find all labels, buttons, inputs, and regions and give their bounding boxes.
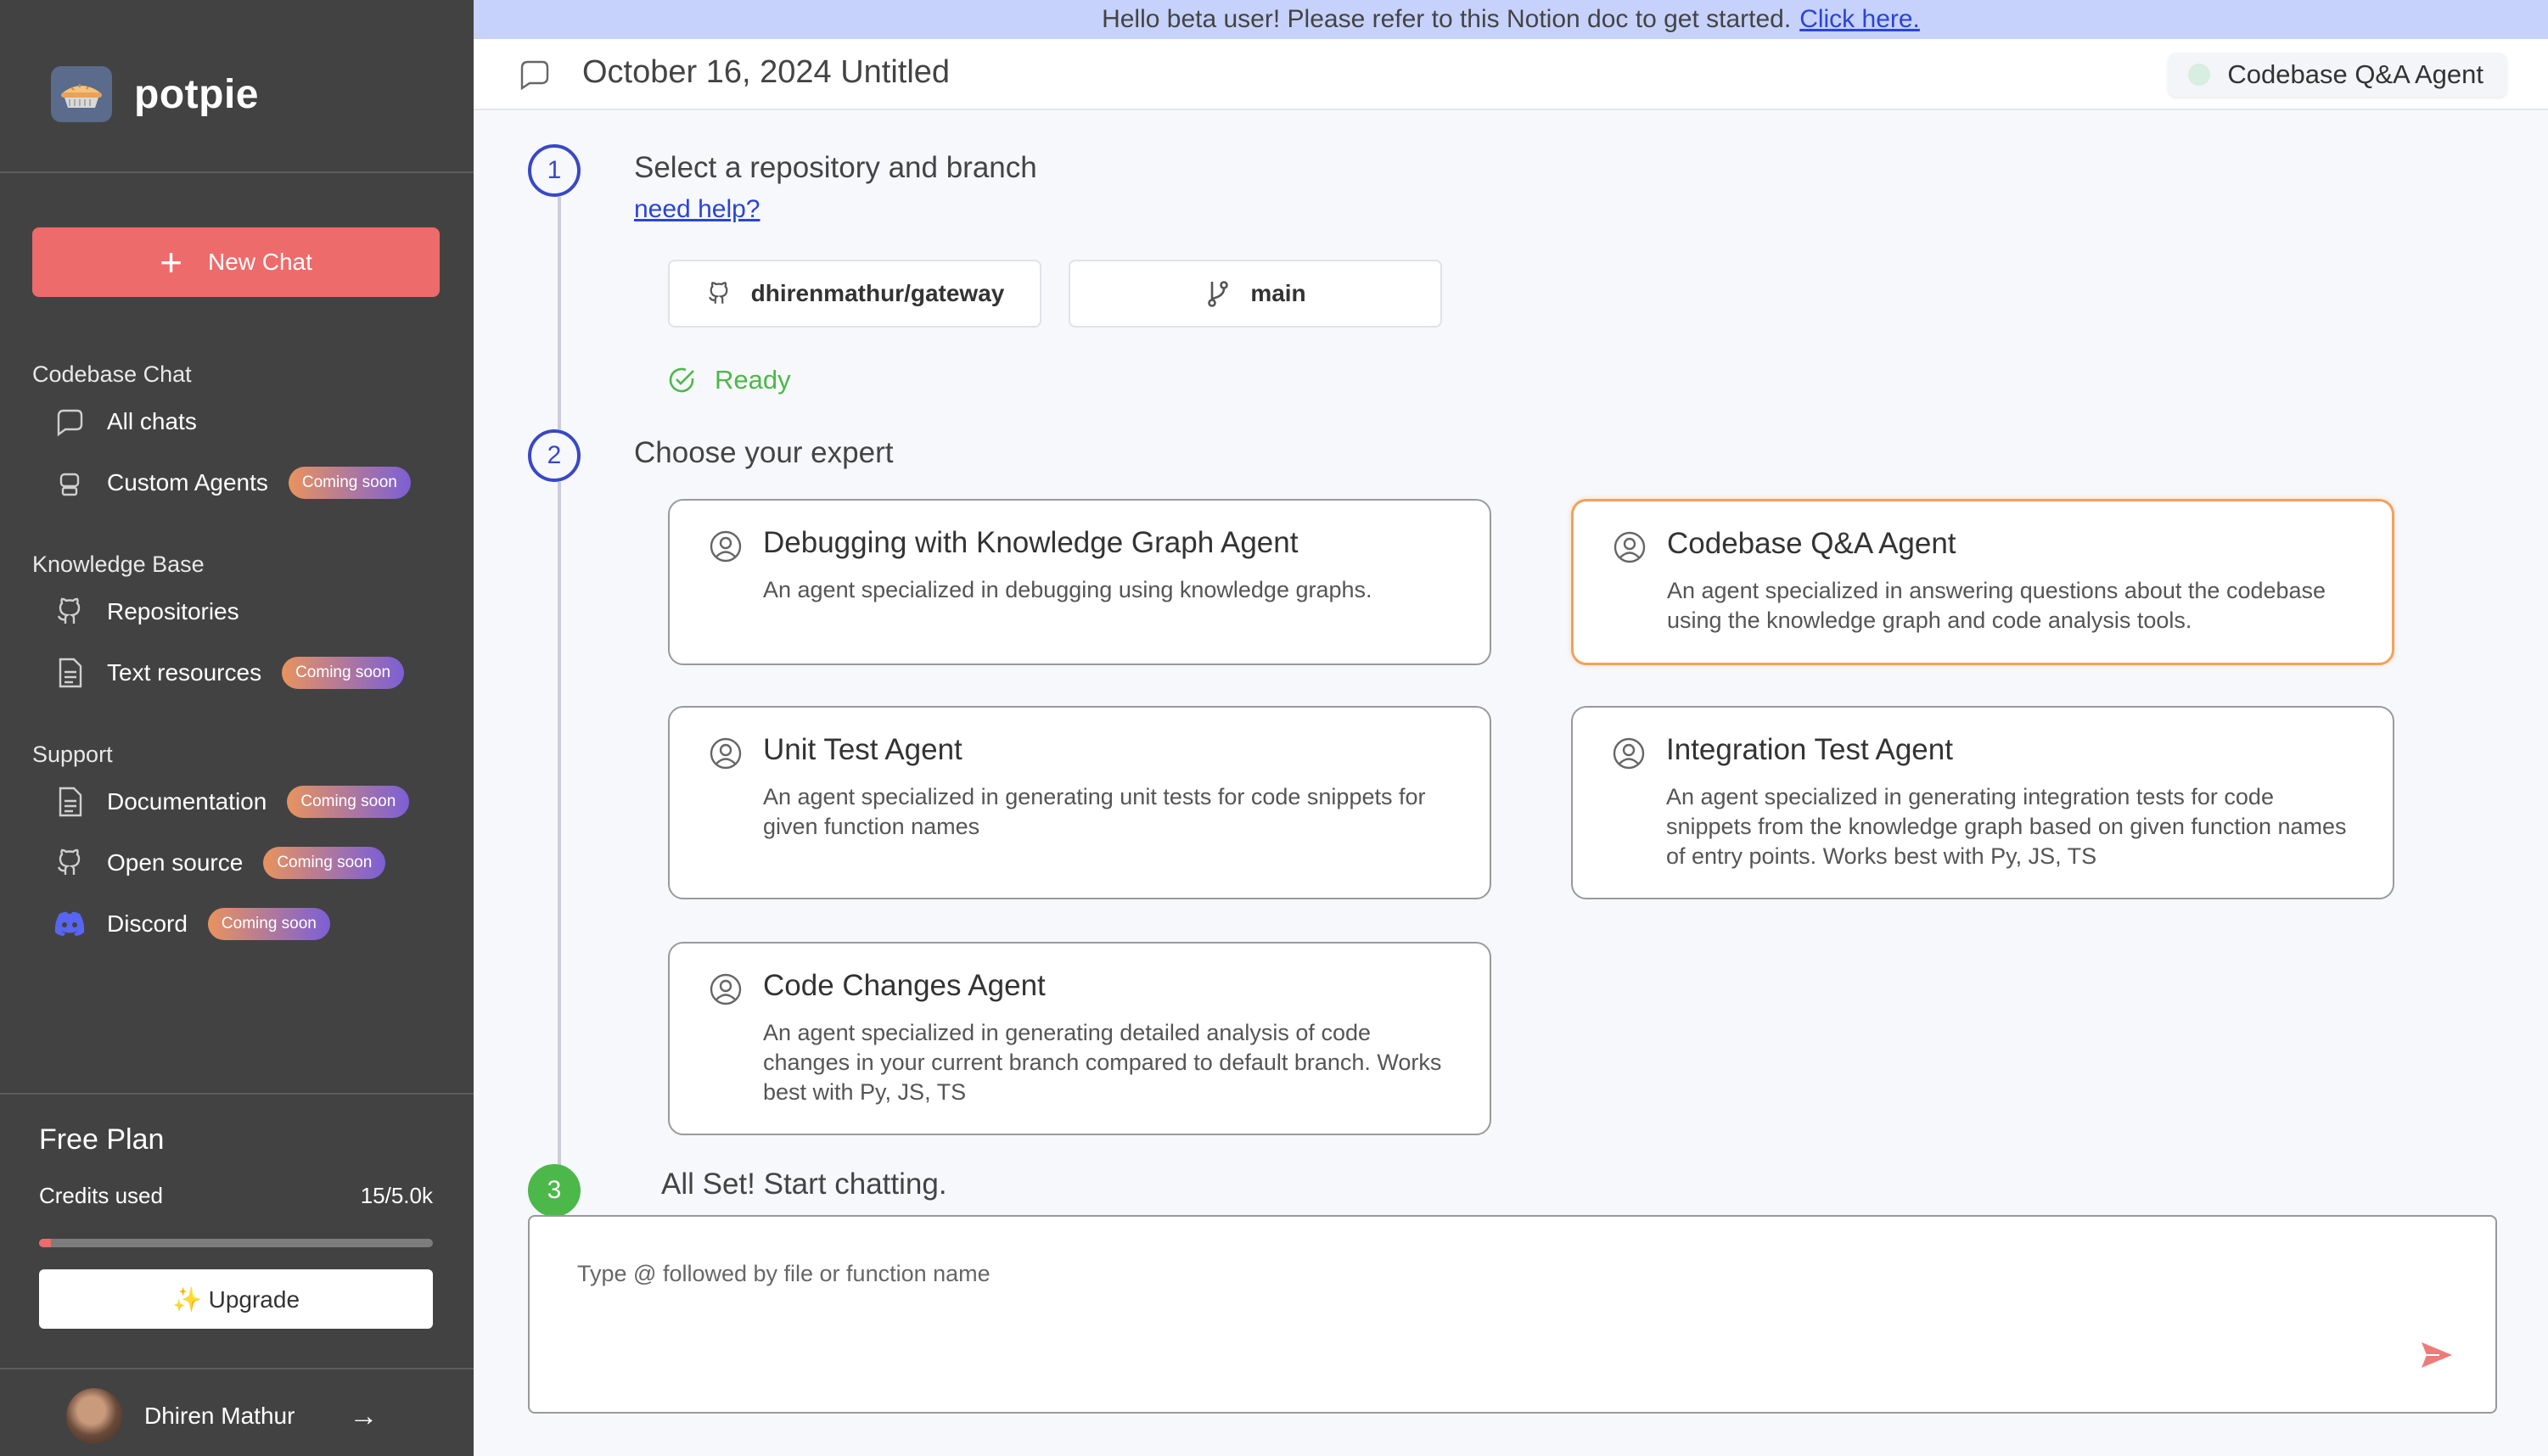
beta-banner: Hello beta user! Please refer to this No…	[474, 0, 2548, 39]
agent-pill-label: Codebase Q&A Agent	[2227, 59, 2483, 89]
coming-soon-badge: Coming soon	[263, 847, 386, 879]
plan-title: Free Plan	[39, 1123, 165, 1156]
sidebar-divider	[0, 1093, 474, 1095]
chat-input-container	[528, 1215, 2497, 1414]
branch-value: main	[1250, 280, 1306, 306]
agent-selector-pill[interactable]: Codebase Q&A Agent	[2168, 53, 2507, 97]
agent-card-integration-test[interactable]: Integration Test Agent An agent speciali…	[1571, 706, 2394, 899]
github-icon	[49, 591, 90, 632]
upgrade-button[interactable]: ✨ Upgrade	[39, 1269, 433, 1329]
sidebar-item-all-chats[interactable]: All chats	[49, 400, 197, 443]
branch-select[interactable]: main	[1069, 260, 1442, 328]
user-circle-icon	[1613, 737, 1645, 770]
document-icon	[49, 652, 90, 693]
agent-card-description: An agent specialized in generating integ…	[1666, 784, 2347, 869]
send-icon[interactable]	[2417, 1336, 2456, 1375]
agent-card-description: An agent specialized in answering questi…	[1667, 578, 2326, 633]
agent-card-title: Debugging with Knowledge Graph Agent	[763, 526, 1299, 559]
sidebar-item-label: Custom Agents	[107, 469, 268, 496]
agent-card-description: An agent specialized in generating unit …	[763, 784, 1426, 839]
step-title-2: Choose your expert	[634, 436, 894, 469]
ready-label: Ready	[715, 365, 791, 395]
banner-link[interactable]: Click here.	[1799, 5, 1920, 34]
user-profile[interactable]: Dhiren Mathur →	[66, 1388, 378, 1444]
repository-select[interactable]: dhirenmathur/gateway	[668, 260, 1041, 328]
agent-card-description: An agent specialized in generating detai…	[763, 1020, 1442, 1105]
user-name: Dhiren Mathur	[144, 1403, 295, 1429]
section-label-knowledge-base: Knowledge Base	[32, 552, 205, 577]
sidebar: potpie + New Chat Codebase Chat All chat…	[0, 0, 474, 1456]
agent-card-title: Integration Test Agent	[1666, 733, 1953, 766]
document-icon	[49, 781, 90, 822]
sidebar-item-label: Documentation	[107, 788, 267, 815]
git-branch-icon	[1208, 281, 1229, 307]
credits-label: Credits used	[39, 1183, 163, 1208]
sidebar-item-text-resources[interactable]: Text resources Coming soon	[49, 652, 405, 694]
new-chat-label: New Chat	[207, 249, 312, 275]
user-circle-icon	[710, 737, 742, 770]
chat-icon	[49, 401, 90, 442]
agent-card-codebase-qa[interactable]: Codebase Q&A Agent An agent specialized …	[1571, 499, 2394, 665]
sidebar-item-label: Repositories	[107, 598, 239, 624]
sidebar-divider	[0, 171, 474, 173]
coming-soon-badge: Coming soon	[207, 908, 330, 940]
coming-soon-badge: Coming soon	[287, 786, 410, 818]
section-label-support: Support	[32, 742, 113, 767]
credits-progress-fill	[39, 1239, 51, 1247]
sidebar-item-label: Discord	[107, 910, 188, 937]
credits-value: 15/5.0k	[360, 1183, 433, 1208]
avatar	[66, 1388, 122, 1444]
step-number-1: 1	[528, 144, 581, 197]
page-title[interactable]: October 16, 2024 Untitled	[582, 54, 950, 91]
sidebar-item-label: Text resources	[107, 659, 262, 686]
coming-soon-badge: Coming soon	[282, 657, 405, 689]
agent-card-title: Unit Test Agent	[763, 733, 963, 766]
step-connector	[558, 482, 561, 1169]
chat-header: October 16, 2024 Untitled Codebase Q&A A…	[474, 39, 2548, 110]
agent-card-description: An agent specialized in debugging using …	[763, 577, 1372, 602]
sidebar-item-repositories[interactable]: Repositories	[49, 591, 239, 633]
credits-progress-bar	[39, 1239, 433, 1247]
step-title-1: Select a repository and branch	[634, 151, 1037, 184]
robot-icon	[49, 462, 90, 503]
discord-icon	[49, 904, 90, 944]
brand-name: potpie	[134, 71, 259, 117]
user-circle-icon	[710, 530, 742, 563]
step-number-2: 2	[528, 429, 581, 482]
agent-card-code-changes[interactable]: Code Changes Agent An agent specialized …	[668, 942, 1491, 1135]
agent-card-title: Code Changes Agent	[763, 969, 1046, 1002]
potpie-logo-icon	[51, 66, 112, 122]
sidebar-item-documentation[interactable]: Documentation Coming soon	[49, 781, 410, 823]
brand[interactable]: potpie	[51, 64, 259, 124]
agent-card-title: Codebase Q&A Agent	[1667, 527, 1956, 560]
agent-card-debugging[interactable]: Debugging with Knowledge Graph Agent An …	[668, 499, 1491, 665]
sidebar-item-discord[interactable]: Discord Coming soon	[49, 903, 330, 945]
logout-arrow-icon[interactable]: →	[349, 1400, 378, 1433]
sidebar-divider	[0, 1368, 474, 1369]
new-chat-button[interactable]: + New Chat	[32, 227, 440, 297]
chat-input[interactable]	[577, 1261, 2275, 1287]
step-title-3: All Set! Start chatting.	[661, 1168, 947, 1201]
step-connector	[558, 197, 561, 429]
need-help-link[interactable]: need help?	[634, 195, 760, 224]
coming-soon-badge: Coming soon	[288, 467, 411, 499]
section-label-codebase-chat: Codebase Chat	[32, 361, 192, 387]
step-number-3: 3	[528, 1164, 581, 1217]
user-circle-icon	[710, 973, 742, 1005]
ready-status: Ready	[667, 365, 791, 395]
banner-text: Hello beta user! Please refer to this No…	[1102, 5, 1792, 33]
sidebar-item-custom-agents[interactable]: Custom Agents Coming soon	[49, 462, 411, 504]
status-dot-icon	[2188, 64, 2211, 86]
agent-card-unit-test[interactable]: Unit Test Agent An agent specialized in …	[668, 706, 1491, 899]
repository-value: dhirenmathur/gateway	[750, 280, 1005, 306]
plus-icon: +	[160, 240, 182, 284]
sidebar-item-label: Open source	[107, 849, 244, 876]
chat-icon	[520, 60, 549, 91]
user-circle-icon	[1614, 531, 1646, 563]
check-circle-icon	[669, 367, 694, 393]
sidebar-item-open-source[interactable]: Open source Coming soon	[49, 842, 386, 884]
github-icon	[708, 282, 727, 304]
sidebar-item-label: All chats	[107, 408, 197, 434]
github-icon	[49, 843, 90, 883]
